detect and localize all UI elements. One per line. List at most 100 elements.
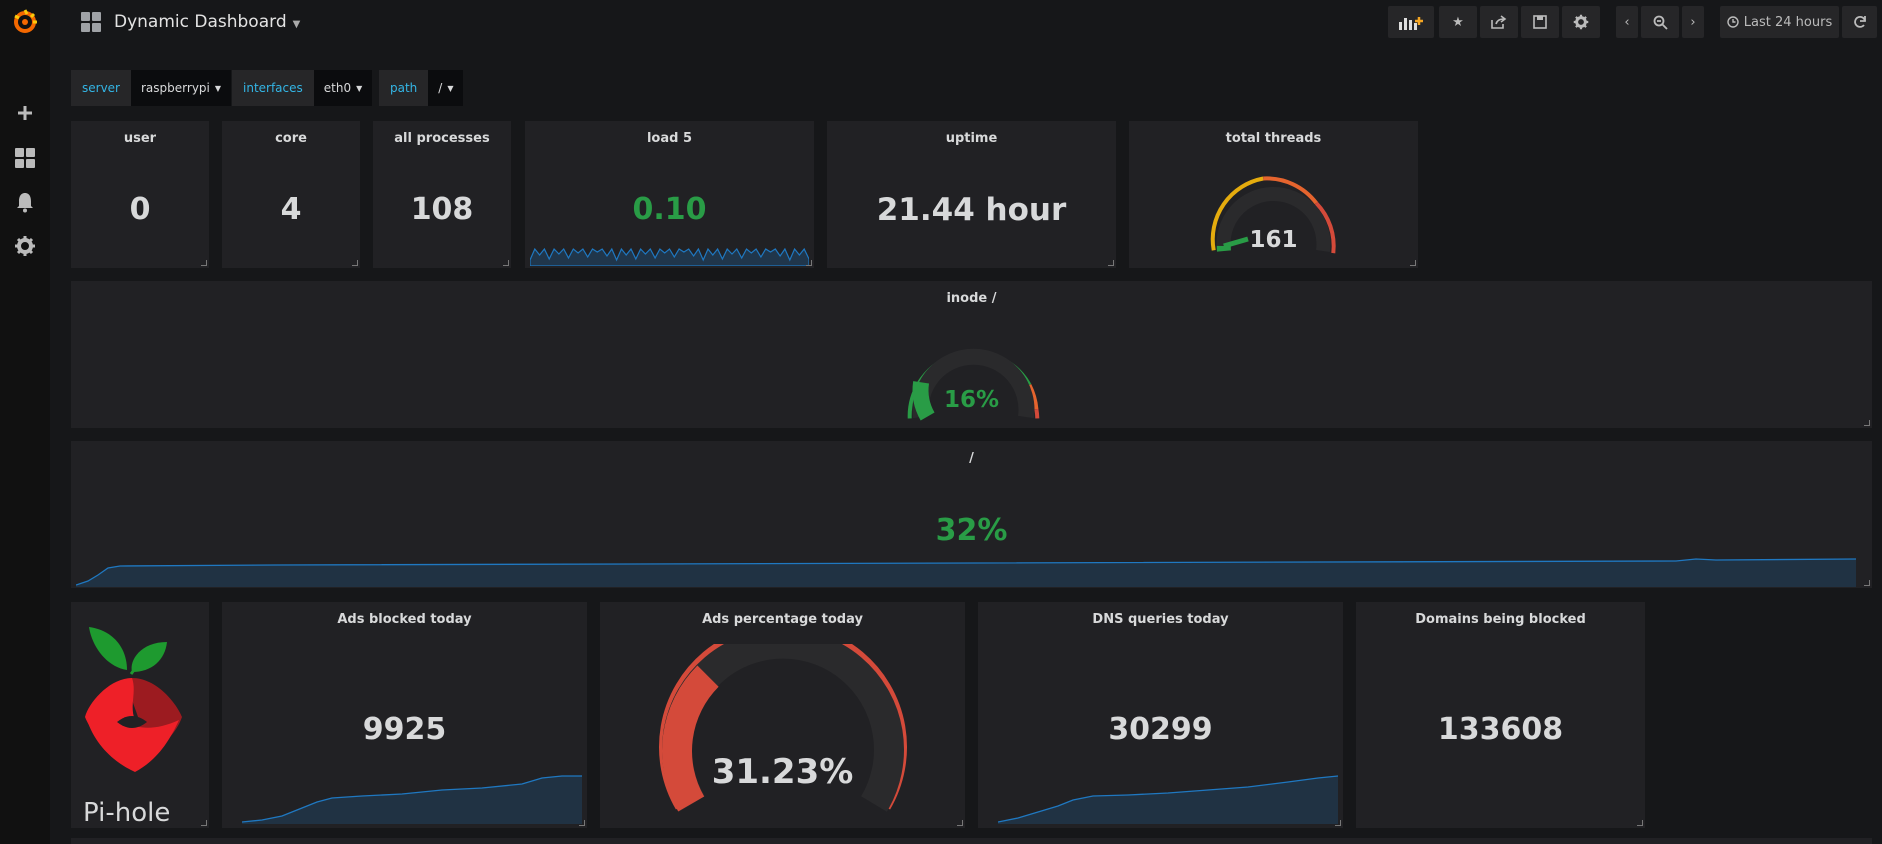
grafana-logo-icon[interactable] bbox=[0, 2, 50, 42]
panel-load5[interactable]: load 5 0.10 bbox=[525, 121, 814, 268]
panel-value: 4 bbox=[280, 192, 302, 227]
panel-title: all processes bbox=[394, 131, 490, 146]
variable-label: path bbox=[379, 70, 429, 106]
variable-server-select[interactable]: raspberrypi ▼ bbox=[131, 70, 232, 106]
resize-handle[interactable] bbox=[1864, 420, 1870, 426]
resize-handle[interactable] bbox=[1335, 820, 1341, 826]
panel-core[interactable]: core 4 bbox=[222, 121, 360, 268]
clock-icon bbox=[1727, 16, 1739, 28]
dashboard-title: Dynamic Dashboard bbox=[114, 12, 287, 32]
panel-all-processes[interactable]: all processes 108 bbox=[373, 121, 511, 268]
pihole-logo-text: Pi-hole bbox=[83, 798, 171, 828]
caret-down-icon: ▼ bbox=[356, 83, 363, 93]
variable-path-select[interactable]: / ▼ bbox=[428, 70, 464, 106]
side-menu bbox=[0, 0, 50, 844]
resize-handle[interactable] bbox=[1108, 260, 1114, 266]
resize-handle[interactable] bbox=[201, 260, 207, 266]
panel-title: user bbox=[123, 131, 157, 146]
caret-down-icon: ▼ bbox=[214, 83, 222, 93]
panel-value: 0 bbox=[129, 192, 151, 227]
resize-handle[interactable] bbox=[1864, 580, 1870, 586]
star-button[interactable]: ★ bbox=[1439, 6, 1477, 38]
sparkline bbox=[998, 775, 1338, 824]
panel-value: 133608 bbox=[1437, 712, 1564, 747]
sparkline bbox=[242, 775, 582, 824]
variable-server: server raspberrypi ▼ bbox=[71, 70, 232, 106]
panel-title: uptime bbox=[945, 131, 998, 146]
variable-label: interfaces bbox=[232, 70, 314, 106]
variable-label: server bbox=[71, 70, 131, 106]
panel-dns-queries[interactable]: DNS queries today 30299 bbox=[978, 602, 1343, 828]
panel-total-threads[interactable]: total threads 161 bbox=[1129, 121, 1418, 268]
time-forward-button[interactable]: › bbox=[1682, 6, 1704, 38]
gear-icon[interactable] bbox=[0, 226, 50, 266]
panel-value: 16% bbox=[943, 387, 1000, 413]
panel-inode[interactable]: inode / 16% bbox=[71, 281, 1872, 428]
settings-icon bbox=[1573, 14, 1589, 30]
panel-ads-blocked[interactable]: Ads blocked today 9925 bbox=[222, 602, 587, 828]
panel-next-partial bbox=[71, 838, 1872, 844]
share-icon bbox=[1491, 15, 1507, 29]
sparkline bbox=[76, 558, 1857, 587]
resize-handle[interactable] bbox=[201, 820, 207, 826]
variable-value: / bbox=[438, 81, 443, 95]
panel-pihole-logo[interactable]: Pi-hole bbox=[71, 602, 209, 828]
panel-value: 9925 bbox=[362, 712, 447, 747]
panel-title: Ads percentage today bbox=[702, 612, 863, 627]
panel-domains-blocked[interactable]: Domains being blocked 133608 bbox=[1356, 602, 1645, 828]
chevron-left-icon: ‹ bbox=[1624, 14, 1630, 30]
star-icon: ★ bbox=[1452, 14, 1464, 30]
resize-handle[interactable] bbox=[1410, 260, 1416, 266]
save-button[interactable] bbox=[1521, 6, 1559, 38]
panel-title: inode / bbox=[946, 291, 997, 306]
resize-handle[interactable] bbox=[806, 260, 812, 266]
panel-title: load 5 bbox=[646, 131, 693, 146]
panel-value: 161 bbox=[1249, 227, 1298, 253]
variable-value: raspberrypi bbox=[141, 81, 210, 95]
save-icon bbox=[1533, 15, 1547, 29]
panel-title: total threads bbox=[1225, 131, 1322, 146]
share-button[interactable] bbox=[1480, 6, 1518, 38]
time-picker-button[interactable]: Last 24 hours bbox=[1720, 6, 1839, 38]
panel-value: 108 bbox=[410, 192, 474, 227]
caret-down-icon: ▼ bbox=[292, 18, 301, 30]
add-panel-button[interactable] bbox=[1388, 6, 1434, 38]
variable-value: eth0 bbox=[323, 81, 352, 95]
panel-disk-root[interactable]: / 32% bbox=[71, 441, 1872, 588]
resize-handle[interactable] bbox=[503, 260, 509, 266]
resize-handle[interactable] bbox=[957, 820, 963, 826]
caret-down-icon: ▼ bbox=[447, 83, 454, 93]
refresh-icon bbox=[1853, 16, 1866, 28]
panel-uptime[interactable]: uptime 21.44 hour bbox=[827, 121, 1116, 268]
panel-title: Ads blocked today bbox=[337, 612, 472, 627]
top-navbar: Dynamic Dashboard ▼ ★ ‹ › Last 24 hours bbox=[50, 0, 1882, 50]
variable-interfaces: interfaces eth0 ▼ bbox=[232, 70, 373, 106]
zoom-out-button[interactable] bbox=[1641, 6, 1679, 38]
pihole-logo bbox=[85, 627, 182, 772]
chevron-right-icon: › bbox=[1690, 14, 1696, 30]
settings-button[interactable] bbox=[1562, 6, 1600, 38]
variable-interfaces-select[interactable]: eth0 ▼ bbox=[313, 70, 373, 106]
time-back-button[interactable]: ‹ bbox=[1616, 6, 1638, 38]
plus-icon[interactable] bbox=[0, 93, 50, 133]
panel-value: 31.23% bbox=[711, 752, 854, 792]
gauge bbox=[659, 644, 907, 812]
panel-title: / bbox=[969, 451, 974, 466]
panel-title: Domains being blocked bbox=[1415, 612, 1586, 627]
panel-ads-percentage[interactable]: Ads percentage today 31.23% bbox=[600, 602, 965, 828]
resize-handle[interactable] bbox=[579, 820, 585, 826]
sparkline bbox=[530, 247, 809, 266]
refresh-button[interactable] bbox=[1842, 6, 1877, 38]
resize-handle[interactable] bbox=[352, 260, 358, 266]
panel-value: 32% bbox=[935, 513, 1008, 548]
time-range-label: Last 24 hours bbox=[1743, 14, 1833, 30]
panel-value: 0.10 bbox=[632, 192, 707, 227]
panel-user[interactable]: user 0 bbox=[71, 121, 209, 268]
dashboard-picker[interactable]: Dynamic Dashboard ▼ bbox=[80, 0, 300, 44]
panel-value: 30299 bbox=[1108, 712, 1213, 747]
dashboard-grid-icon bbox=[81, 12, 101, 32]
bell-icon[interactable] bbox=[0, 182, 50, 222]
resize-handle[interactable] bbox=[1637, 820, 1643, 826]
dashboards-icon[interactable] bbox=[0, 138, 50, 178]
zoom-out-icon bbox=[1653, 15, 1668, 30]
